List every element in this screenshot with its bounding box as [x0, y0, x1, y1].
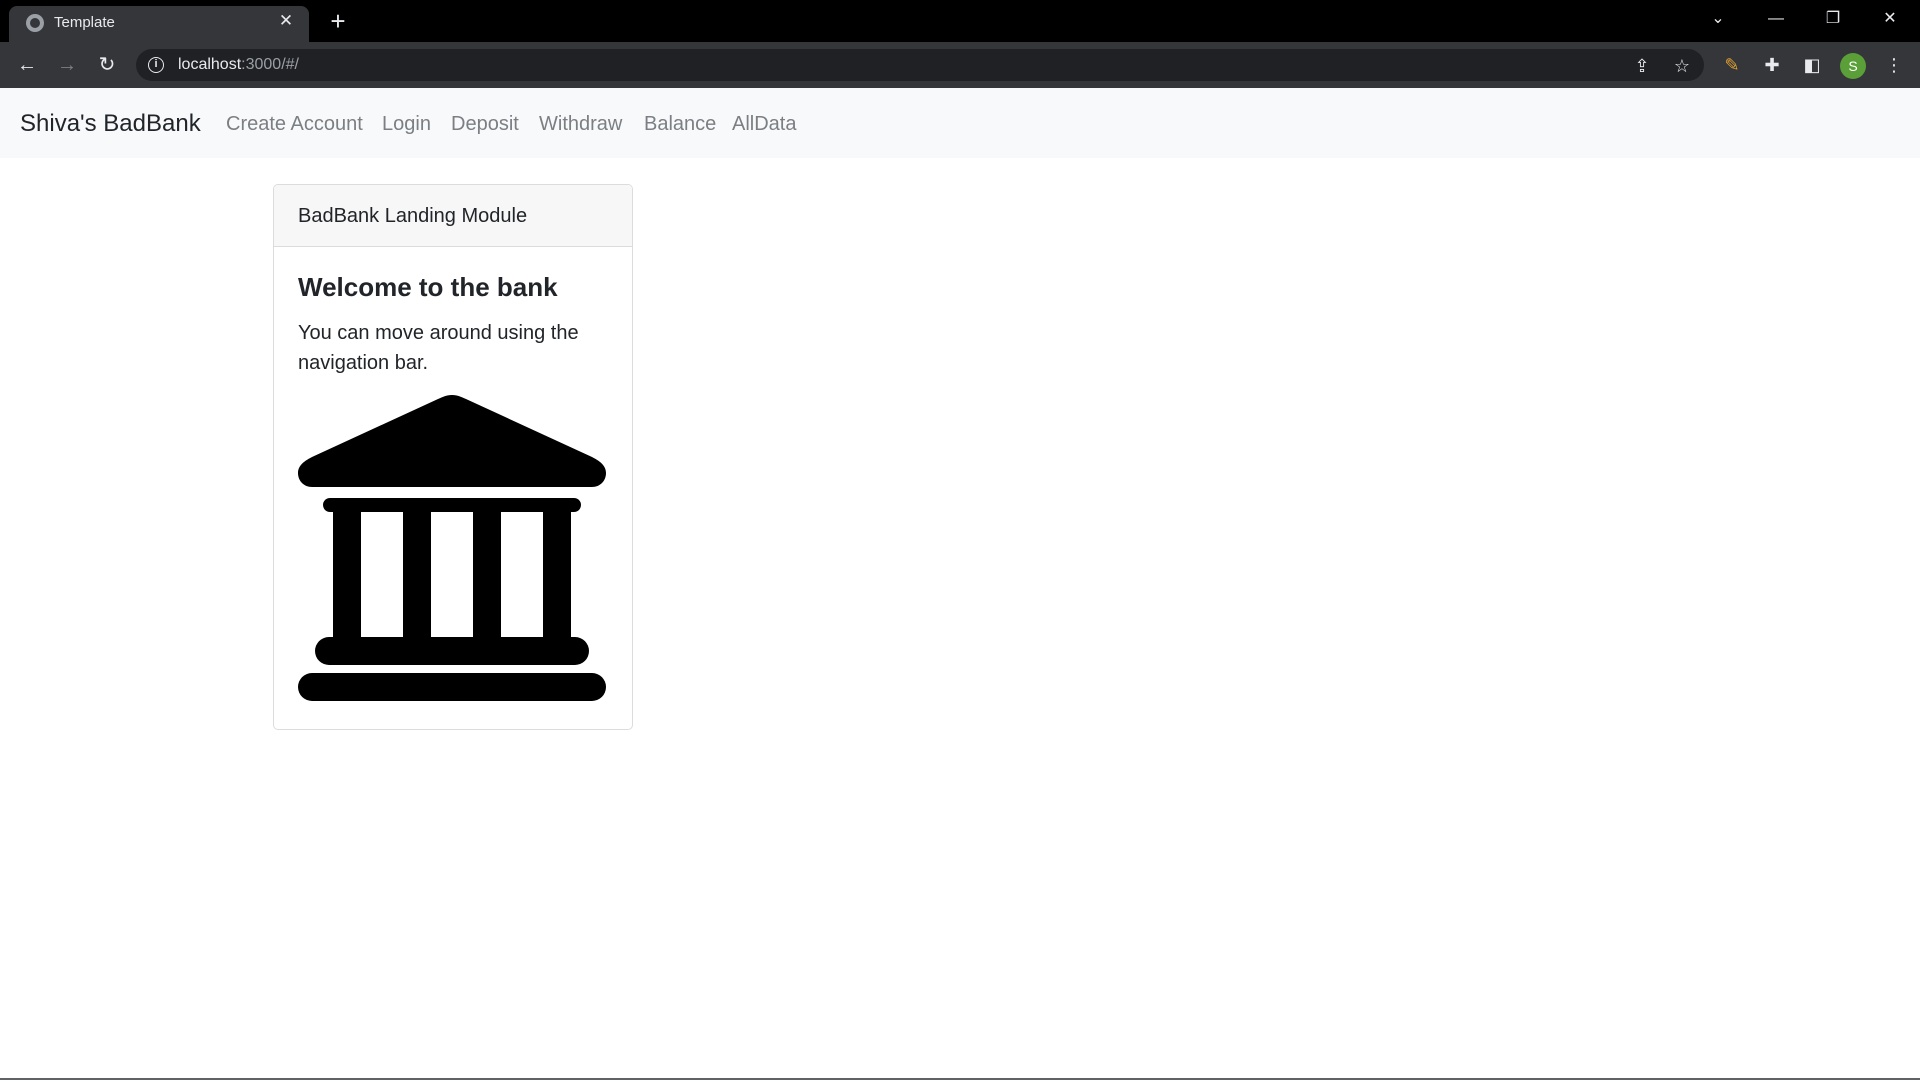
browser-toolbar: ← → ↻ i localhost:3000/#/ ⇪ ☆ ✎ ✚ ◧ ⋮	[0, 42, 1920, 88]
address-bar[interactable]: i localhost:3000/#/ ⇪ ☆	[136, 49, 1704, 81]
globe-icon	[26, 14, 44, 32]
info-icon[interactable]: i	[148, 57, 164, 73]
profile-avatar[interactable]: S	[1840, 53, 1866, 79]
back-arrow-icon[interactable]: ←	[13, 51, 41, 79]
bank-icon	[298, 395, 606, 701]
pen-extension-icon[interactable]: ✎	[1720, 53, 1744, 77]
landing-card: BadBank Landing Module Welcome to the ba…	[273, 184, 633, 730]
url-text[interactable]: localhost:3000/#/	[178, 56, 299, 74]
minimize-icon[interactable]: —	[1748, 0, 1804, 40]
reload-icon[interactable]: ↻	[93, 51, 121, 79]
nav-link-login[interactable]: Login	[382, 113, 431, 136]
tab-search-icon[interactable]: ⌄	[1690, 0, 1746, 40]
tab-title: Template	[54, 14, 115, 31]
window-close-icon[interactable]: ✕	[1862, 0, 1918, 40]
side-panel-icon[interactable]: ◧	[1800, 53, 1824, 77]
forward-arrow-icon[interactable]: →	[53, 51, 81, 79]
restore-icon[interactable]: ❐	[1805, 0, 1861, 40]
extensions-puzzle-icon[interactable]: ✚	[1760, 53, 1784, 77]
nav-link-balance[interactable]: Balance	[644, 113, 716, 136]
nav-link-alldata[interactable]: AllData	[732, 113, 796, 136]
browser-tab[interactable]: Template ✕	[9, 6, 309, 42]
app-navbar: Shiva's BadBank Create Account Login Dep…	[0, 88, 1920, 158]
card-text: You can move around using the navigation…	[298, 322, 579, 374]
bookmark-star-icon[interactable]: ☆	[1672, 56, 1692, 76]
more-menu-icon[interactable]: ⋮	[1882, 53, 1906, 77]
card-header: BadBank Landing Module	[274, 185, 632, 247]
card-title: Welcome to the bank	[298, 272, 558, 302]
nav-link-deposit[interactable]: Deposit	[451, 113, 519, 136]
brand-link[interactable]: Shiva's BadBank	[20, 110, 201, 138]
new-tab-button[interactable]: +	[324, 7, 352, 35]
close-tab-icon[interactable]: ✕	[275, 10, 297, 32]
nav-link-create-account[interactable]: Create Account	[226, 113, 363, 136]
browser-tab-strip: Template ✕ + ⌄ — ❐ ✕	[0, 0, 1920, 42]
nav-link-withdraw[interactable]: Withdraw	[539, 113, 622, 136]
share-icon[interactable]: ⇪	[1632, 56, 1652, 76]
